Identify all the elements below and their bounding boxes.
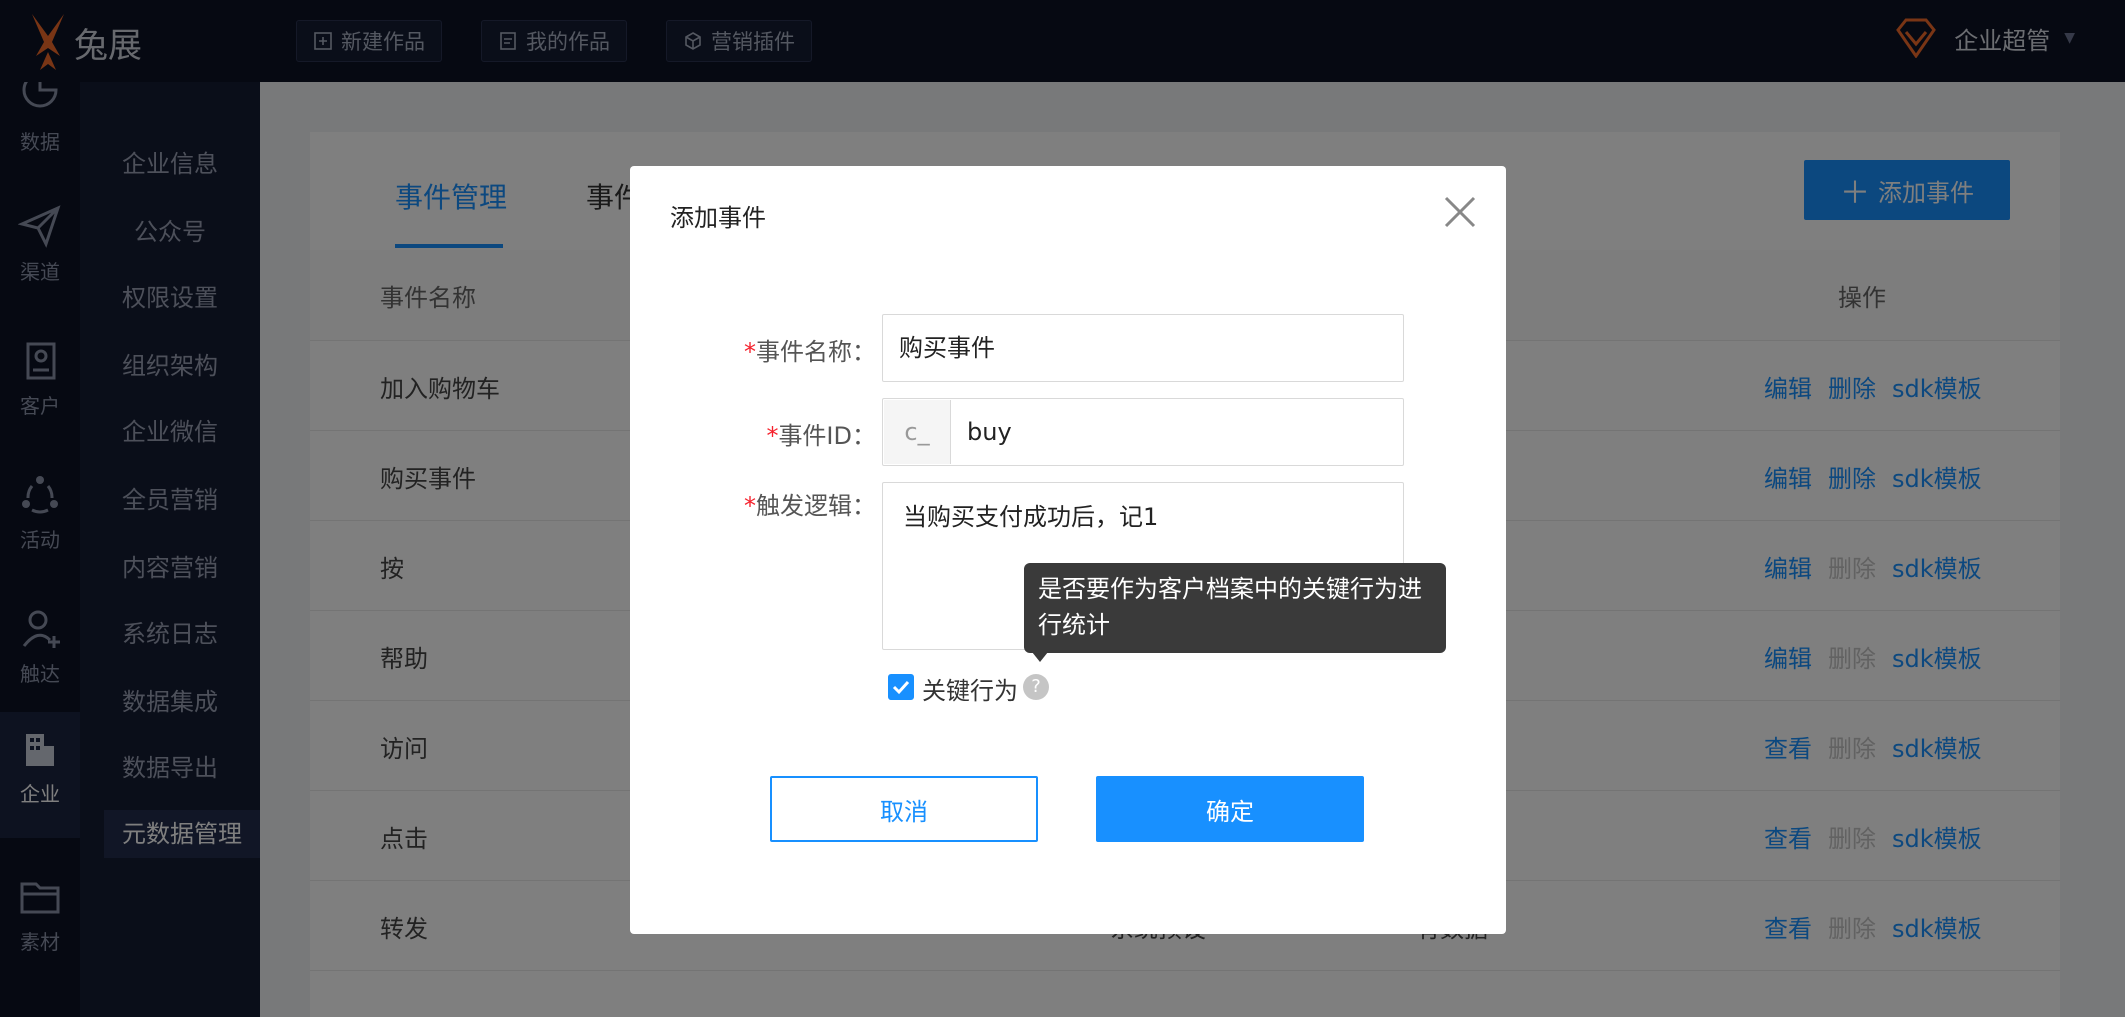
tooltip-arrow <box>1032 652 1048 662</box>
event-id-label: *事件ID： <box>676 416 876 451</box>
cancel-button[interactable]: 取消 <box>770 776 1038 842</box>
close-icon[interactable] <box>1442 194 1478 230</box>
event-name-input[interactable]: 购买事件 <box>882 314 1404 382</box>
key-behavior-tooltip: 是否要作为客户档案中的关键行为进行统计 <box>1024 563 1446 653</box>
confirm-button[interactable]: 确定 <box>1096 776 1364 842</box>
event-id-input[interactable]: buy <box>967 399 1012 465</box>
required-mark: * <box>766 422 779 450</box>
event-id-input-group[interactable]: c_ buy <box>882 398 1404 466</box>
event-id-prefix: c_ <box>884 400 951 464</box>
key-behavior-label[interactable]: 关键行为 <box>922 671 1018 706</box>
key-behavior-checkbox[interactable] <box>888 674 914 700</box>
check-icon <box>892 680 910 695</box>
required-mark: * <box>744 492 756 520</box>
event-name-label: *事件名称： <box>676 332 876 367</box>
add-event-modal: 添加事件 *事件名称： 购买事件 *事件ID： c_ buy *触发逻辑： 当购… <box>630 166 1506 934</box>
modal-title: 添加事件 <box>670 204 766 232</box>
help-icon[interactable]: ? <box>1023 674 1049 700</box>
trigger-logic-label-text: 触发逻辑： <box>756 492 876 520</box>
required-mark: * <box>744 338 756 366</box>
trigger-logic-label: *触发逻辑： <box>676 486 876 521</box>
event-id-label-text: 事件ID： <box>778 422 876 450</box>
event-name-label-text: 事件名称： <box>756 338 876 366</box>
